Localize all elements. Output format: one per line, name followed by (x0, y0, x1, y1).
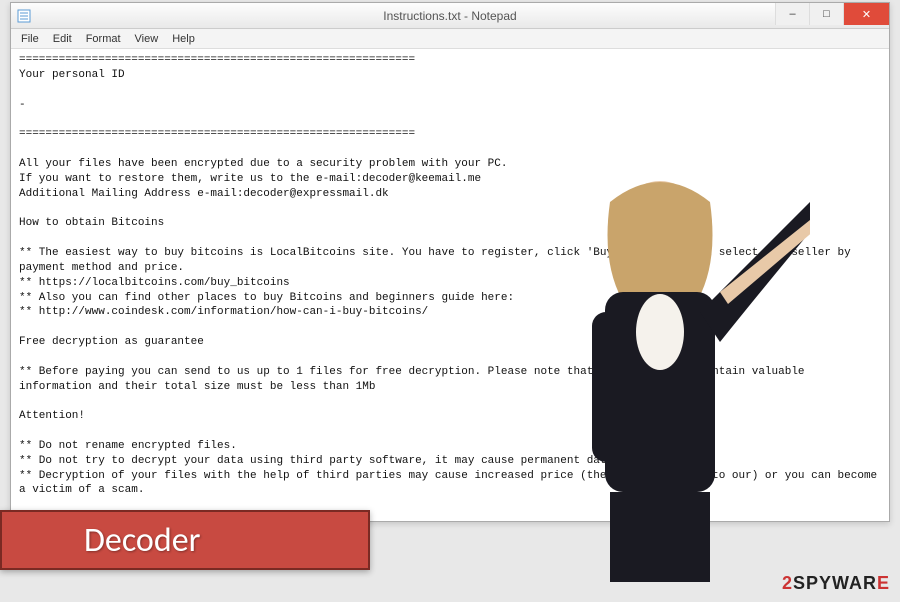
minimize-button[interactable]: – (775, 3, 809, 25)
menu-format[interactable]: Format (80, 31, 127, 47)
watermark-suffix: E (877, 573, 890, 593)
notepad-icon (17, 8, 33, 24)
menu-help[interactable]: Help (166, 31, 201, 47)
menu-file[interactable]: File (15, 31, 45, 47)
watermark: 2SPYWARE (782, 573, 890, 594)
menubar: File Edit Format View Help (11, 29, 889, 49)
maximize-button[interactable]: □ (809, 3, 843, 25)
watermark-mid: SPYWAR (793, 573, 877, 593)
watermark-prefix: 2 (782, 573, 793, 593)
close-button[interactable]: ✕ (843, 3, 889, 25)
decoder-banner: Decoder (0, 510, 370, 570)
menu-edit[interactable]: Edit (47, 31, 78, 47)
window-controls: – □ ✕ (775, 3, 889, 28)
notepad-window: Instructions.txt - Notepad – □ ✕ File Ed… (10, 2, 890, 522)
text-area[interactable]: ========================================… (11, 49, 889, 521)
titlebar[interactable]: Instructions.txt - Notepad – □ ✕ (11, 3, 889, 29)
window-title: Instructions.txt - Notepad (11, 9, 889, 23)
menu-view[interactable]: View (129, 31, 165, 47)
banner-label: Decoder (84, 520, 201, 561)
